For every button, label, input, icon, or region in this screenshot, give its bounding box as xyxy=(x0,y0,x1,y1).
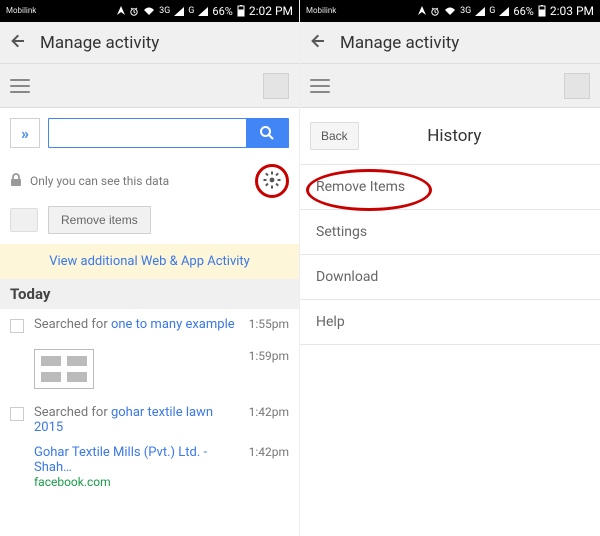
search-wrap xyxy=(48,118,289,148)
battery-icon xyxy=(538,5,546,17)
page-title: Manage activity xyxy=(40,33,159,53)
item-prefix: Searched for xyxy=(34,317,111,332)
lock-icon xyxy=(10,173,22,190)
remove-items-button[interactable]: Remove items xyxy=(48,206,151,234)
history-item[interactable]: Searched for gohar textile lawn 2015 1:4… xyxy=(0,397,299,443)
menu-remove-items[interactable]: Remove Items xyxy=(300,165,600,210)
item-source: facebook.com xyxy=(34,475,239,489)
item-thumbnail[interactable] xyxy=(34,349,94,389)
signal-icon-2 xyxy=(499,7,509,16)
search-row: » xyxy=(0,108,299,158)
item-time: 1:55pm xyxy=(249,317,289,331)
sub-toolbar xyxy=(300,64,600,108)
menu-settings[interactable]: Settings xyxy=(300,210,600,255)
item-time: 1:59pm xyxy=(249,349,289,363)
battery-percent: 66% xyxy=(212,5,232,18)
search-button[interactable] xyxy=(246,119,288,147)
history-header: Back History xyxy=(300,108,600,164)
history-item[interactable]: 1:59pm xyxy=(0,341,299,397)
wifi-icon xyxy=(444,6,456,16)
back-arrow-icon[interactable] xyxy=(10,32,28,54)
additional-activity-banner[interactable]: View additional Web & App Activity xyxy=(0,244,299,279)
screen-right: Mobilink 3G G 66% xyxy=(300,0,600,536)
item-checkbox[interactable] xyxy=(10,319,24,333)
location-icon xyxy=(418,6,426,16)
network-g-label: G xyxy=(489,6,495,16)
app-bar: Manage activity xyxy=(0,22,299,64)
status-bar: Mobilink 3G G 66% xyxy=(300,0,600,22)
alarm-icon xyxy=(129,6,139,16)
expand-button[interactable]: » xyxy=(10,118,40,148)
item-link[interactable]: one to many example xyxy=(111,317,235,332)
signal-icon xyxy=(475,7,485,16)
history-item[interactable]: Gohar Textile Mills (Pvt.) Ltd. - Shah… … xyxy=(0,443,299,497)
carrier-label: Mobilink xyxy=(6,7,36,15)
select-all-checkbox[interactable] xyxy=(10,208,38,232)
status-bar: Mobilink 3G G 66% xyxy=(0,0,299,22)
privacy-row: Only you can see this data xyxy=(0,158,299,200)
battery-icon xyxy=(237,5,245,17)
search-input[interactable] xyxy=(49,119,246,147)
signal-icon xyxy=(174,7,184,16)
toolbar-square[interactable] xyxy=(263,73,289,99)
back-arrow-icon[interactable] xyxy=(310,32,328,54)
history-menu: Remove Items Settings Download Help xyxy=(300,164,600,345)
network-g-label: G xyxy=(188,6,194,16)
back-button[interactable]: Back xyxy=(310,122,359,150)
sub-toolbar xyxy=(0,64,299,108)
history-item[interactable]: Searched for one to many example 1:55pm xyxy=(0,309,299,341)
search-icon xyxy=(259,125,275,141)
menu-download[interactable]: Download xyxy=(300,255,600,300)
battery-percent: 66% xyxy=(513,5,533,18)
hamburger-icon[interactable] xyxy=(10,79,30,93)
item-time: 1:42pm xyxy=(249,405,289,419)
screen-left: Mobilink 3G G 66% xyxy=(0,0,300,536)
clock-label: 2:03 PM xyxy=(550,4,594,18)
gear-icon[interactable] xyxy=(263,171,281,192)
page-title: Manage activity xyxy=(340,33,459,53)
location-icon xyxy=(117,6,125,16)
clock-label: 2:02 PM xyxy=(249,4,293,18)
item-checkbox[interactable] xyxy=(10,407,24,421)
item-prefix: Searched for xyxy=(34,405,111,420)
carrier-label: Mobilink xyxy=(306,7,336,15)
privacy-text: Only you can see this data xyxy=(30,174,169,188)
remove-row: Remove items xyxy=(0,200,299,244)
section-heading-today: Today xyxy=(0,279,299,309)
alarm-icon xyxy=(430,6,440,16)
network-3g-label: 3G xyxy=(460,6,471,16)
history-title: History xyxy=(359,126,550,146)
settings-highlight xyxy=(255,164,289,198)
item-link[interactable]: Gohar Textile Mills (Pvt.) Ltd. - Shah… xyxy=(34,445,239,475)
toolbar-square[interactable] xyxy=(564,73,590,99)
hamburger-icon[interactable] xyxy=(310,79,330,93)
item-time: 1:42pm xyxy=(249,445,289,459)
app-bar: Manage activity xyxy=(300,22,600,64)
signal-icon-2 xyxy=(198,7,208,16)
wifi-icon xyxy=(143,6,155,16)
network-3g-label: 3G xyxy=(159,6,170,16)
menu-help[interactable]: Help xyxy=(300,300,600,345)
